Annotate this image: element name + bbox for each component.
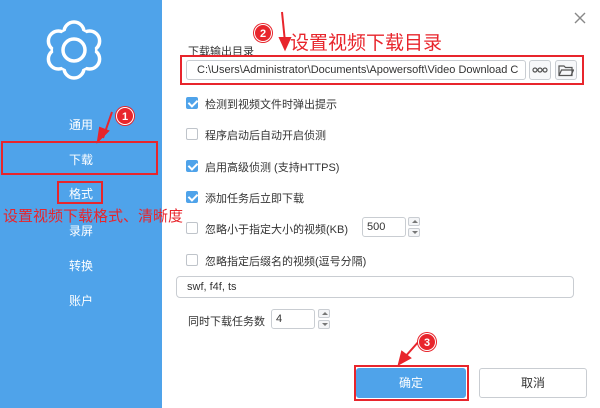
sidebar-item-convert[interactable]: 转换: [0, 253, 162, 279]
step2-caption: 设置视频下载目录: [290, 33, 443, 54]
ignore-small-videos-checkbox[interactable]: [186, 222, 198, 234]
step-3-badge: 3: [418, 333, 436, 351]
step-2-badge: 2: [254, 24, 272, 42]
ignore-extensions-label: 忽略指定后缀名的视频(逗号分隔): [205, 256, 367, 268]
sidebar: 通用 下载 格式 录屏 转换 账户: [0, 0, 162, 408]
download-immediately-label: 添加任务后立即下载: [205, 193, 304, 205]
arrow-step2: [281, 11, 286, 43]
ignore-extensions-field[interactable]: swf, f4f, ts: [176, 276, 574, 298]
concurrent-tasks-value: 4: [276, 313, 283, 325]
confirm-button-highlight: [354, 365, 469, 401]
output-dir-highlight: [180, 55, 584, 85]
min-size-decrease-icon[interactable]: [408, 228, 420, 237]
concurrent-decrease-icon[interactable]: [318, 320, 330, 329]
concurrent-tasks-stepper: [318, 309, 330, 329]
arrow-step3-head: [397, 350, 412, 366]
advanced-detect-checkbox[interactable]: [186, 160, 198, 172]
close-icon[interactable]: [572, 10, 588, 26]
download-immediately-checkbox[interactable]: [186, 191, 198, 203]
download-tab-highlight: [1, 141, 158, 175]
min-size-value: 500: [367, 221, 386, 233]
gear-icon: [46, 20, 102, 80]
auto-detect-on-start-label: 程序启动后自动开启侦测: [205, 130, 326, 142]
advanced-detect-label: 启用高级侦测 (支持HTTPS): [205, 162, 340, 174]
concurrent-increase-icon[interactable]: [318, 309, 330, 318]
format-caption: 设置视频下载格式、清晰度: [3, 209, 184, 225]
auto-detect-on-start-checkbox[interactable]: [186, 128, 198, 140]
min-size-stepper: [408, 217, 420, 237]
cancel-button[interactable]: 取消: [479, 368, 587, 398]
ignore-small-videos-label: 忽略小于指定大小的视频(KB): [205, 224, 348, 236]
format-tab-highlight: [57, 181, 103, 204]
sidebar-item-general[interactable]: 通用: [0, 112, 162, 138]
concurrent-tasks-label: 同时下载任务数: [188, 316, 265, 328]
popup-on-detect-label: 检测到视频文件时弹出提示: [205, 99, 337, 111]
min-size-increase-icon[interactable]: [408, 217, 420, 226]
min-size-input[interactable]: 500: [362, 217, 406, 237]
concurrent-tasks-input[interactable]: 4: [271, 309, 315, 329]
popup-on-detect-checkbox[interactable]: [186, 97, 198, 109]
step-1-badge: 1: [116, 107, 134, 125]
ignore-extensions-checkbox[interactable]: [186, 254, 198, 266]
sidebar-item-account[interactable]: 账户: [0, 288, 162, 314]
arrow-step2-head: [278, 37, 292, 52]
